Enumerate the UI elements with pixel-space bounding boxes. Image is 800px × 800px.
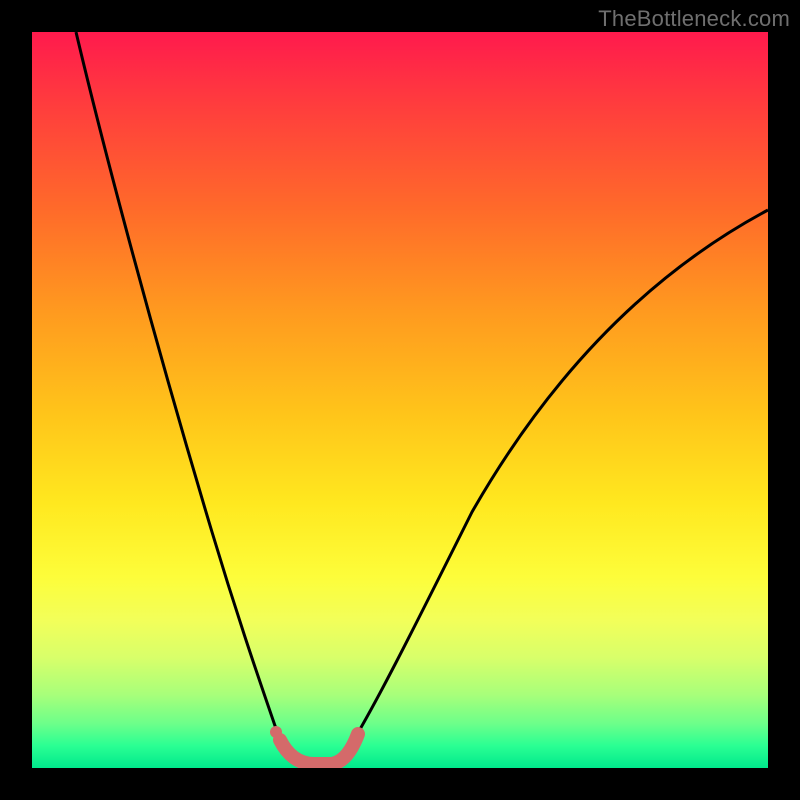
accent-valley-stroke: [280, 734, 358, 764]
curve-left-branch: [76, 32, 284, 752]
watermark-text: TheBottleneck.com: [598, 6, 790, 32]
plot-area: [32, 32, 768, 768]
accent-dot: [270, 726, 282, 738]
curve-right-branch: [344, 210, 768, 756]
chart-frame: TheBottleneck.com: [0, 0, 800, 800]
curve-layer: [32, 32, 768, 768]
